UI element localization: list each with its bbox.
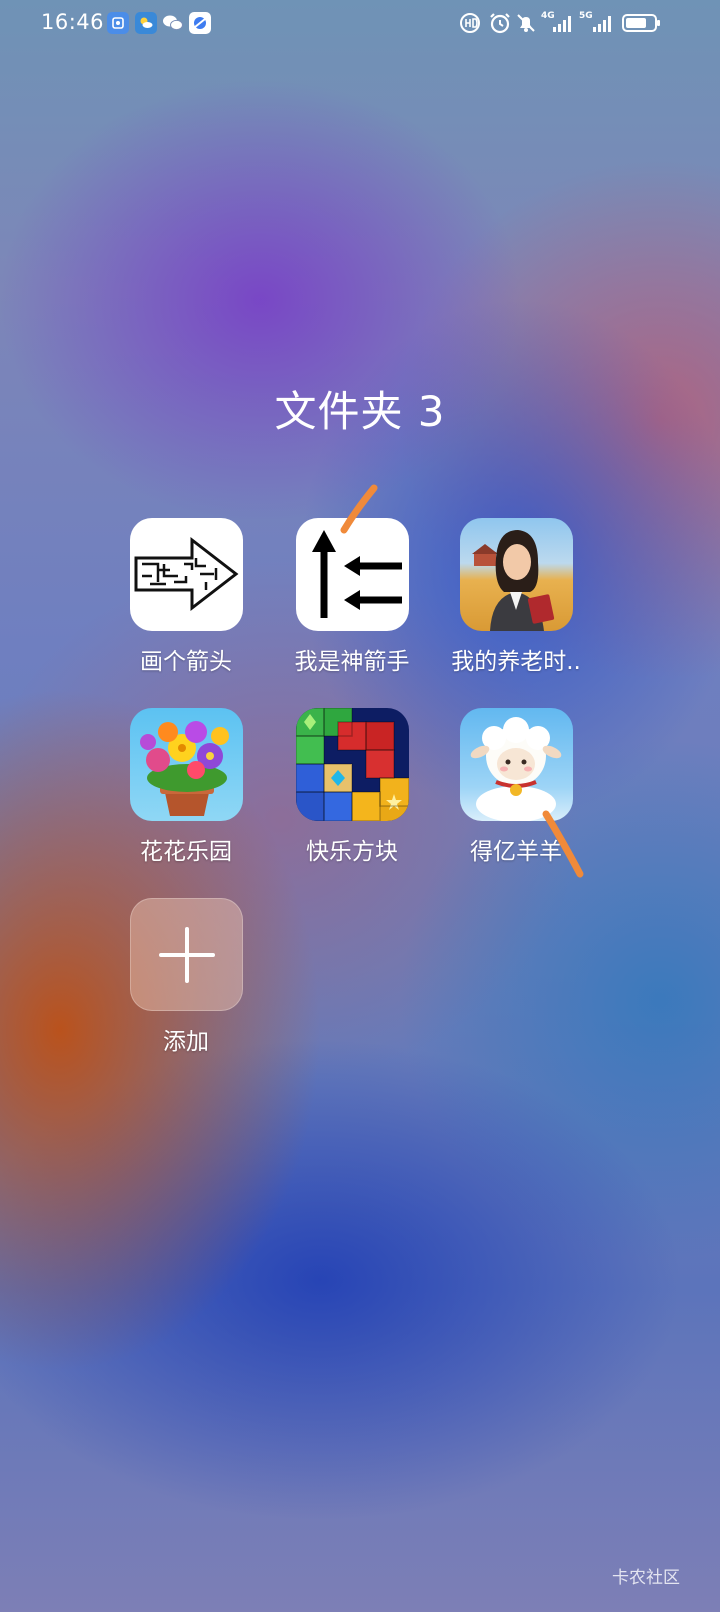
app-archer[interactable]: 我是神箭手: [249, 518, 419, 688]
watermark: 卡农社区: [612, 1568, 680, 1588]
weather-icon: [135, 12, 157, 34]
app-retirement[interactable]: 我的养老时..: [413, 518, 583, 688]
app-happy-blocks[interactable]: 快乐方块: [249, 708, 419, 878]
annotation-stroke: [542, 810, 584, 878]
battery-icon: [622, 14, 660, 32]
add-app-button[interactable]: 添加: [83, 898, 253, 1068]
app-label: 我的养老时..: [451, 649, 581, 675]
maze-arrow-icon: [130, 518, 243, 631]
retirement-woman-icon: [460, 518, 573, 631]
status-time: 16:46: [41, 10, 105, 34]
app-draw-arrow[interactable]: 画个箭头: [83, 518, 253, 688]
annotation-stroke: [340, 484, 378, 534]
app-flower-garden[interactable]: 花花乐园: [83, 708, 253, 878]
signal-4g-icon: 4G: [541, 11, 575, 34]
wechat-icon: [162, 12, 184, 34]
signal-5g-icon: 5G: [579, 11, 615, 34]
block-puzzle-icon: [296, 708, 409, 821]
status-bar: 16:46 4G 5G: [0, 0, 720, 46]
hd-icon: [460, 13, 480, 33]
plus-icon: [130, 898, 243, 1011]
alarm-icon: [490, 13, 510, 34]
add-label: 添加: [163, 1029, 209, 1055]
gallery-app-icon: [107, 12, 129, 34]
flower-pot-icon: [130, 708, 243, 821]
folder-title: 文件夹 3: [274, 387, 446, 436]
mute-icon: [517, 14, 535, 32]
browser-icon: [189, 12, 211, 34]
